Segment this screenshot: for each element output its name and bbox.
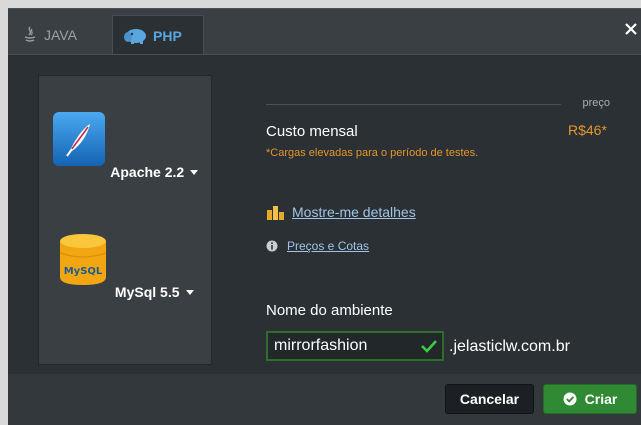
cancel-button-label: Cancelar: [459, 391, 520, 407]
environment-domain-suffix: .jelasticlw.com.br: [449, 338, 570, 355]
mysql-label: MySql 5.5: [114, 284, 180, 300]
create-button-label: Criar: [584, 391, 618, 407]
java-icon: [24, 26, 36, 42]
create-button[interactable]: Criar: [543, 384, 637, 414]
apache-version-select[interactable]: Apache 2.2: [110, 164, 199, 180]
show-details-link[interactable]: Mostre-me detalhes: [292, 204, 416, 220]
chevron-down-icon: [190, 169, 199, 175]
chevron-down-icon: [185, 289, 194, 295]
apache-stack[interactable]: Apache 2.2: [39, 111, 211, 182]
close-icon[interactable]: [623, 21, 639, 37]
details-link-row[interactable]: Mostre-me detalhes: [266, 204, 416, 220]
stack-panel: Apache 2.2 MySQL MySql 5.5: [38, 75, 212, 365]
php-elephant-icon: [124, 28, 146, 44]
checkmark-icon: [421, 340, 437, 353]
environment-name-label: Nome do ambiente: [266, 302, 393, 319]
monthly-cost-title: Custo mensal: [266, 123, 358, 140]
divider: [266, 104, 561, 105]
mysql-stack[interactable]: MySQL MySql 5.5: [39, 231, 211, 302]
dialog-footer: Cancelar Criar: [8, 374, 641, 425]
dialog-content: Apache 2.2 MySQL MySql 5.5 preço Custo m…: [8, 54, 641, 374]
mysql-icon-text: MySQL: [64, 266, 103, 277]
prices-link-row[interactable]: Preços e Cotas: [266, 239, 369, 253]
monthly-cost-note: *Cargas elevadas para o período de teste…: [266, 147, 479, 159]
tab-php[interactable]: PHP: [112, 15, 204, 55]
environment-name-input[interactable]: [268, 333, 414, 359]
feather-icon: [52, 112, 105, 166]
prices-quotas-link[interactable]: Preços e Cotas: [287, 239, 369, 253]
create-environment-dialog: JAVA PHP Apache 2.2 MySQL MySql 5.5 preç…: [8, 8, 641, 425]
tab-java-label: JAVA: [44, 27, 77, 43]
info-icon: [266, 240, 278, 252]
apache-label: Apache 2.2: [110, 164, 185, 180]
price-column-label: preço: [582, 97, 610, 109]
tab-bar: JAVA PHP: [8, 9, 641, 55]
cancel-button[interactable]: Cancelar: [445, 384, 534, 414]
environment-name-field: [266, 331, 444, 361]
tab-java[interactable]: JAVA: [12, 15, 104, 55]
monthly-price: R$46*: [568, 122, 607, 138]
tab-php-label: PHP: [153, 27, 182, 44]
check-circle-icon: [563, 392, 577, 406]
coins-icon: [267, 206, 284, 220]
mysql-database-icon: MySQL: [60, 234, 107, 285]
mysql-version-select[interactable]: MySql 5.5: [115, 284, 194, 300]
